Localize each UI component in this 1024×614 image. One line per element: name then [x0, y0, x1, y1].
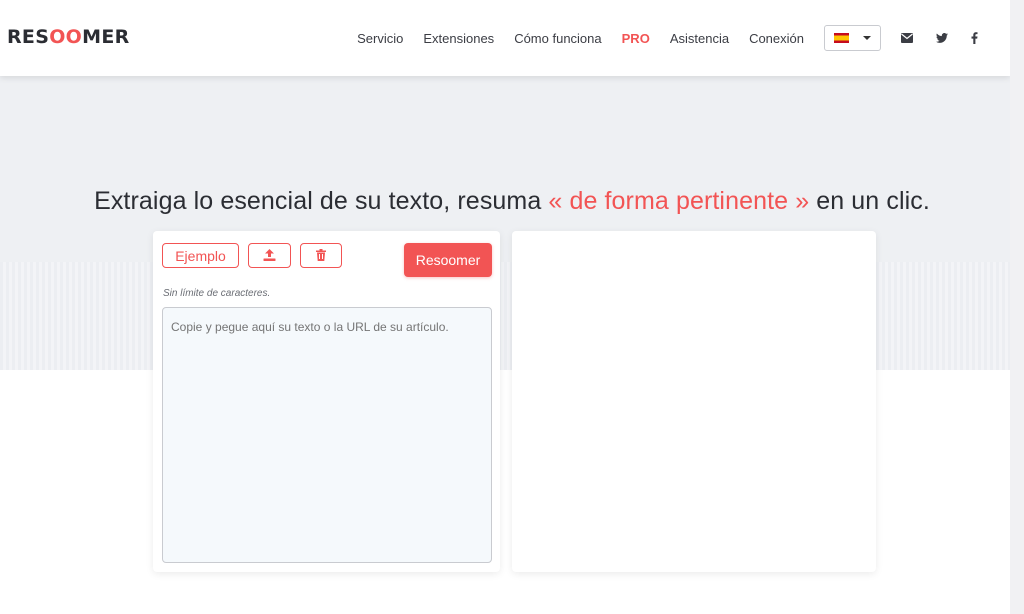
- hero-headline: Extraiga lo esencial de su texto, resuma…: [94, 187, 930, 215]
- nav-item-asistencia[interactable]: Asistencia: [670, 31, 729, 46]
- trash-icon: [316, 248, 326, 264]
- page-scrollbar[interactable]: [1010, 0, 1024, 614]
- example-button[interactable]: Ejemplo: [162, 243, 239, 268]
- top-navbar: RESOOMER Servicio Extensiones Cómo funci…: [0, 0, 1010, 76]
- resoomer-logo[interactable]: RESOOMER: [7, 26, 130, 48]
- upload-icon: [263, 248, 276, 264]
- nav-item-extensiones[interactable]: Extensiones: [423, 31, 494, 46]
- text-input[interactable]: [162, 307, 492, 563]
- chevron-down-icon: [863, 36, 871, 40]
- language-select[interactable]: [824, 25, 881, 51]
- nav-item-servicio[interactable]: Servicio: [357, 31, 403, 46]
- nav-item-conexion[interactable]: Conexión: [749, 31, 804, 46]
- headline-highlight: « de forma pertinente »: [548, 187, 810, 215]
- nav-item-pro[interactable]: PRO: [622, 31, 650, 46]
- twitter-icon[interactable]: [935, 31, 949, 45]
- envelope-icon[interactable]: [900, 31, 914, 45]
- input-panel: Ejemplo Resoomer Sin límite de caractere…: [153, 231, 500, 572]
- spain-flag-icon: [834, 33, 849, 43]
- character-limit-hint: Sin límite de caracteres.: [163, 288, 271, 299]
- upload-button[interactable]: [248, 243, 291, 268]
- facebook-icon[interactable]: [967, 31, 981, 45]
- resoomer-submit-button[interactable]: Resoomer: [404, 243, 492, 277]
- nav-item-como-funciona[interactable]: Cómo funciona: [514, 31, 601, 46]
- main-nav: Servicio Extensiones Cómo funciona PRO A…: [357, 0, 804, 76]
- clear-button[interactable]: [300, 243, 342, 268]
- summary-output-panel: [512, 231, 876, 572]
